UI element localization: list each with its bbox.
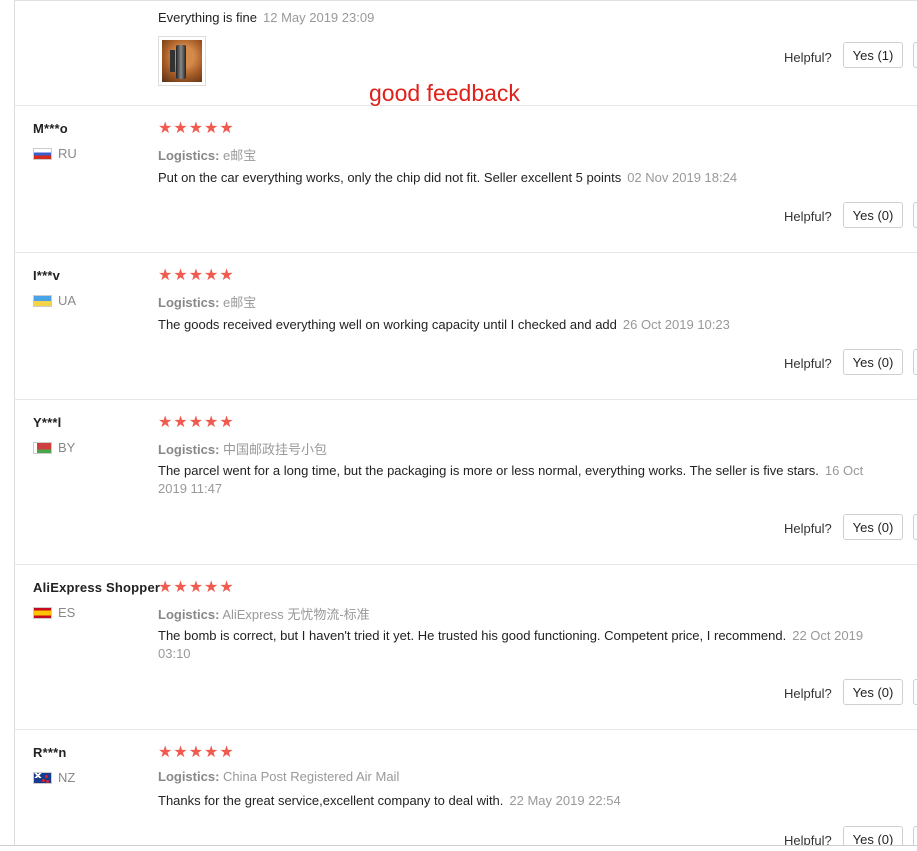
review-text: Put on the car everything works, only th… (158, 170, 738, 185)
reviewer-name: Y***l (33, 415, 62, 430)
helpful-label: Helpful? (784, 356, 832, 371)
helpful-label: Helpful? (784, 686, 832, 701)
review-text: The goods received everything well on wo… (158, 317, 730, 332)
rating-stars: ★★★★★ (158, 579, 235, 596)
reviewer-country: RU (33, 146, 77, 161)
helpful-label: Helpful? (784, 209, 832, 224)
ru-flag-icon (33, 147, 52, 160)
review-item: I***v UA ★★★★★ Logistics: e邮宝 The goods … (14, 253, 917, 400)
review-photo-thumbnail[interactable] (158, 36, 206, 86)
reviewer-country: ES (33, 605, 75, 620)
logistics-info: Logistics: AliExpress 无忧物流-标准 (158, 607, 370, 622)
es-flag-icon (33, 606, 52, 619)
helpful-yes-button[interactable]: Yes (0) (843, 514, 903, 540)
helpful-no-button[interactable] (913, 514, 917, 540)
helpful-label: Helpful? (784, 833, 832, 845)
annotation-text: good feedback (369, 80, 520, 106)
reviewer-country: UA (33, 293, 76, 308)
logistics-info: Logistics: China Post Registered Air Mai… (158, 769, 400, 784)
helpful-yes-button[interactable]: Yes (0) (843, 679, 903, 705)
review-date: 26 Oct 2019 10:23 (622, 317, 730, 332)
rating-stars: ★★★★★ (158, 744, 235, 761)
review-text: Everything is fine 12 May 2019 23:09 (158, 10, 375, 25)
helpful-no-button[interactable] (913, 42, 917, 68)
review-item: Y***l BY ★★★★★ Logistics: 中国邮政挂号小包 The p… (14, 400, 917, 565)
review-date: 22 May 2019 22:54 (509, 793, 621, 808)
ua-flag-icon (33, 294, 52, 307)
rating-stars: ★★★★★ (158, 267, 235, 284)
bottom-border (0, 845, 917, 846)
review-text: The bomb is correct, but I haven't tried… (158, 628, 864, 661)
helpful-no-button[interactable] (913, 202, 917, 228)
helpful-no-button[interactable] (913, 826, 917, 845)
reviewer-country: BY (33, 440, 75, 455)
by-flag-icon (33, 441, 52, 454)
rating-stars: ★★★★★ (158, 120, 235, 137)
review-date: 02 Nov 2019 18:24 (627, 170, 738, 185)
review-date: 12 May 2019 23:09 (263, 10, 375, 25)
review-text: The parcel went for a long time, but the… (158, 463, 864, 496)
rating-stars: ★★★★★ (158, 414, 235, 431)
logistics-info: Logistics: e邮宝 (158, 295, 257, 310)
review-item: R***n NZ ★★★★★ Logistics: China Post Reg… (14, 730, 917, 845)
logistics-info: Logistics: e邮宝 (158, 148, 257, 163)
helpful-yes-button[interactable]: Yes (0) (843, 349, 903, 375)
nz-flag-icon (33, 771, 52, 784)
helpful-label: Helpful? (784, 521, 832, 536)
logistics-info: Logistics: 中国邮政挂号小包 (158, 442, 328, 457)
review-item: M***o RU ★★★★★ Logistics: e邮宝 Put on the… (14, 106, 917, 253)
helpful-no-button[interactable] (913, 679, 917, 705)
helpful-yes-button[interactable]: Yes (0) (843, 202, 903, 228)
reviewer-name: M***o (33, 121, 68, 136)
reviewer-name: I***v (33, 268, 61, 283)
left-border (0, 0, 15, 846)
reviewer-name: AliExpress Shopper (33, 580, 161, 595)
reviewer-name: R***n (33, 745, 67, 760)
helpful-no-button[interactable] (913, 349, 917, 375)
helpful-yes-button[interactable]: Yes (1) (843, 42, 903, 68)
review-text: Thanks for the great service,excellent c… (158, 793, 621, 808)
review-item: AliExpress Shopper ES ★★★★★ Logistics: A… (14, 565, 917, 730)
helpful-label: Helpful? (784, 50, 832, 65)
helpful-yes-button[interactable]: Yes (0) (843, 826, 903, 845)
reviewer-country: NZ (33, 770, 75, 785)
